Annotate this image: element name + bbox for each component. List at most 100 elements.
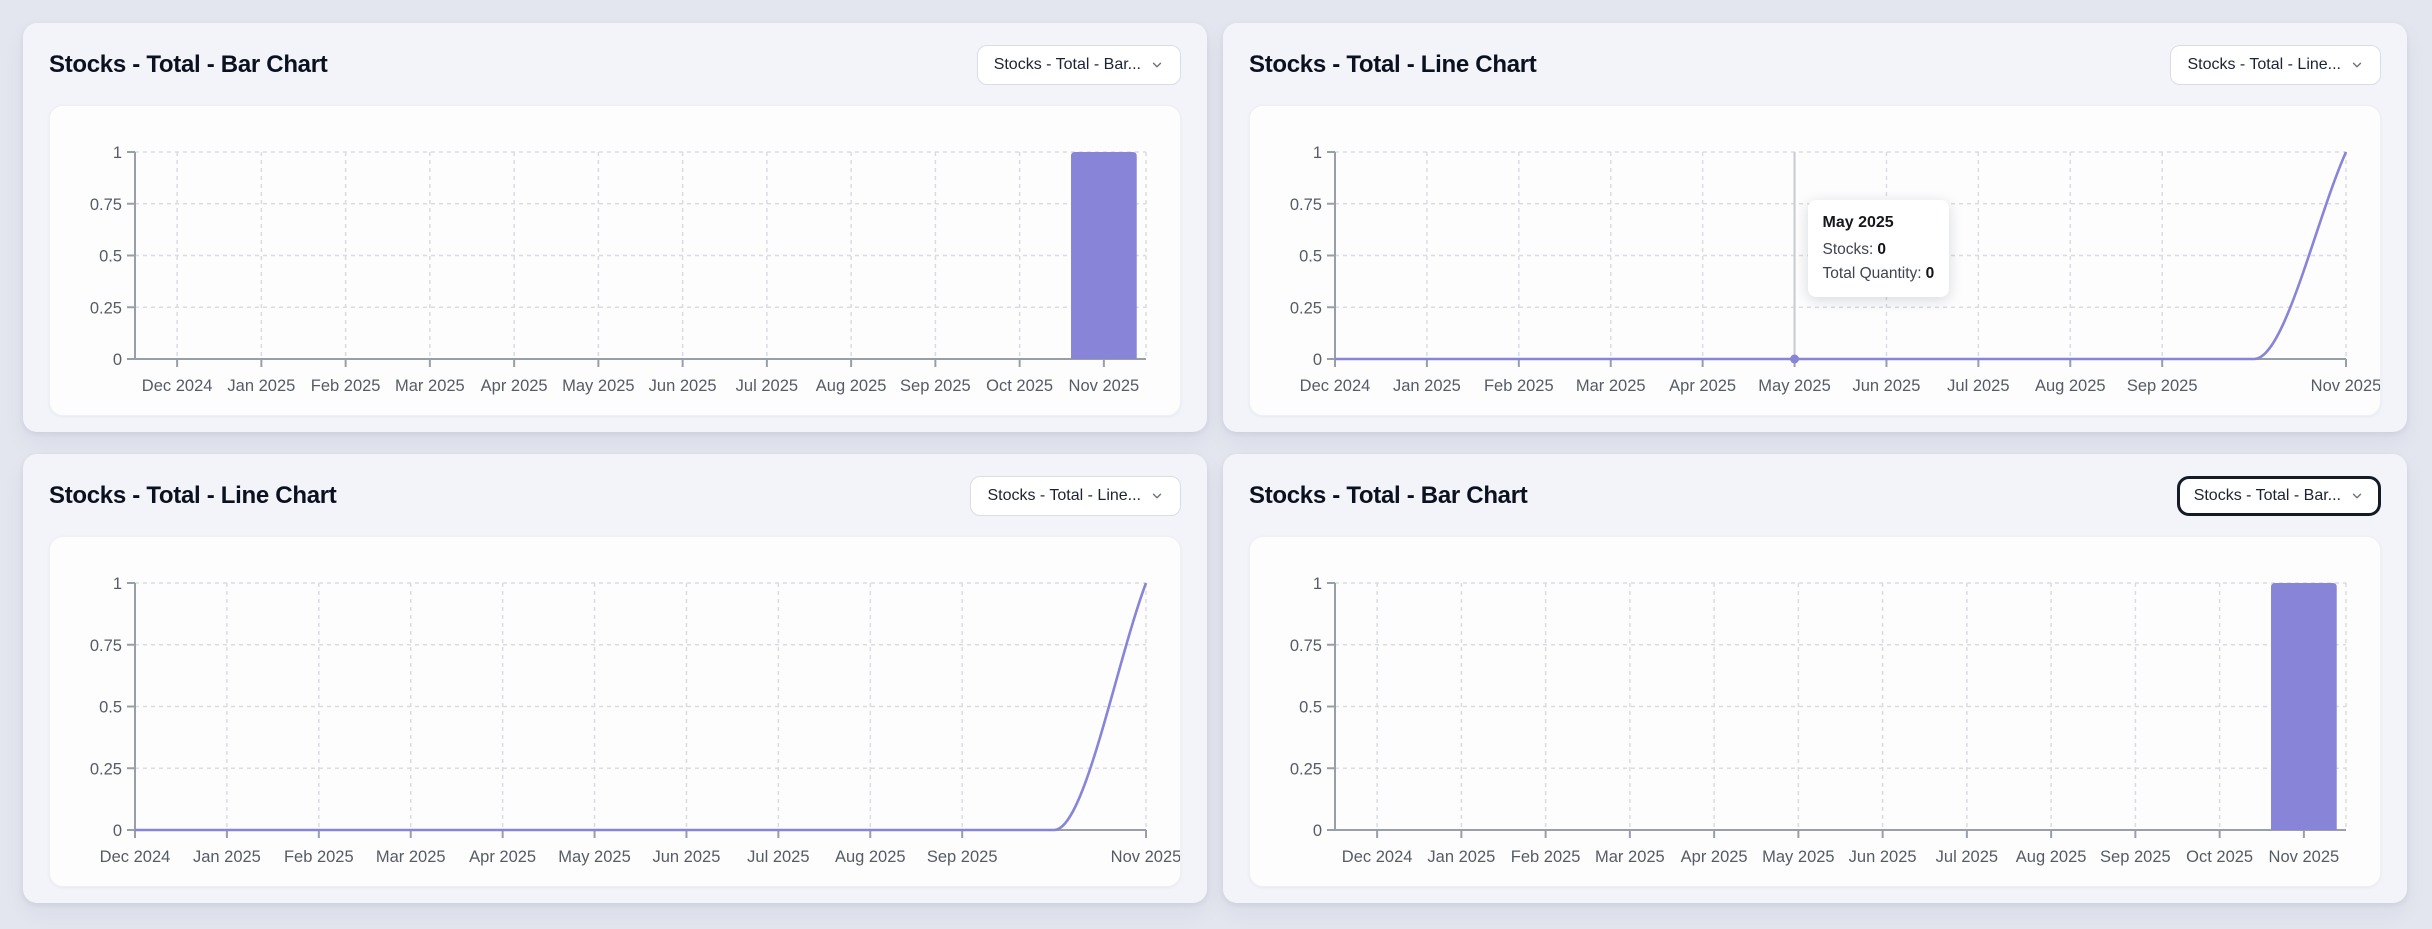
svg-text:Nov 2025: Nov 2025 — [2269, 848, 2340, 866]
svg-text:Dec 2024: Dec 2024 — [142, 377, 213, 395]
svg-text:0: 0 — [1313, 351, 1322, 369]
chart-select-dropdown[interactable]: Stocks - Total - Bar... — [977, 45, 1181, 85]
svg-text:Jan 2025: Jan 2025 — [1427, 848, 1495, 866]
panel-title: Stocks - Total - Line Chart — [1249, 51, 1536, 79]
line-chart[interactable]: 0 0.25 0.5 0.75 1 Dec 2024 Jan 2025 Feb 2025 Mar… — [50, 537, 1180, 886]
svg-text:Feb 2025: Feb 2025 — [1511, 848, 1581, 866]
chart-select-dropdown[interactable]: Stocks - Total - Line... — [2170, 45, 2381, 85]
panel-header: Stocks - Total - Bar Chart Stocks - Tota… — [49, 45, 1181, 85]
svg-text:May 2025: May 2025 — [1758, 377, 1830, 395]
svg-text:Dec 2024: Dec 2024 — [1300, 377, 1371, 395]
chart-card: 0 0.25 0.5 0.75 1 Dec 2024 Jan 2025 Feb 2025 Mar… — [49, 536, 1181, 887]
svg-text:1: 1 — [1313, 575, 1322, 593]
panel-bar-chart-bottom: Stocks - Total - Bar Chart Stocks - Tota… — [1223, 454, 2407, 903]
panel-title: Stocks - Total - Bar Chart — [49, 51, 327, 79]
tooltip-row: Total Quantity:0 — [1823, 265, 1935, 283]
svg-text:0.75: 0.75 — [1290, 196, 1322, 214]
svg-text:0.25: 0.25 — [1290, 760, 1322, 778]
chevron-down-icon — [2350, 58, 2364, 72]
svg-text:Jun 2025: Jun 2025 — [1849, 848, 1917, 866]
svg-text:May 2025: May 2025 — [558, 848, 630, 866]
svg-text:Jul 2025: Jul 2025 — [1936, 848, 1998, 866]
svg-text:Apr 2025: Apr 2025 — [1681, 848, 1748, 866]
svg-text:0.5: 0.5 — [99, 699, 122, 717]
svg-text:Jan 2025: Jan 2025 — [227, 377, 295, 395]
svg-text:Dec 2024: Dec 2024 — [100, 848, 171, 866]
svg-text:0: 0 — [1313, 822, 1322, 840]
svg-text:0: 0 — [113, 822, 122, 840]
dashboard: Stocks - Total - Bar Chart Stocks - Tota… — [0, 0, 2432, 929]
svg-text:Jun 2025: Jun 2025 — [653, 848, 721, 866]
svg-text:0.5: 0.5 — [99, 248, 122, 266]
chart-tooltip: May 2025 Stocks:0 Total Quantity:0 — [1808, 200, 1950, 297]
chart-card: 0 0.25 0.5 0.75 1 Dec 2024 Jan 2025 Feb 2025 Mar… — [1249, 536, 2381, 887]
chart-card: 00.250.50.751Dec 2024Jan 2025Feb 2025Mar… — [1249, 105, 2381, 416]
panel-bar-chart-top: Stocks - Total - Bar Chart Stocks - Tota… — [23, 23, 1207, 432]
svg-text:Mar 2025: Mar 2025 — [376, 848, 446, 866]
svg-text:Aug 2025: Aug 2025 — [835, 848, 906, 866]
chart-select-dropdown[interactable]: Stocks - Total - Line... — [970, 476, 1181, 516]
svg-text:Jul 2025: Jul 2025 — [1947, 377, 2009, 395]
svg-text:Aug 2025: Aug 2025 — [2016, 848, 2087, 866]
svg-text:Feb 2025: Feb 2025 — [311, 377, 381, 395]
svg-text:Oct 2025: Oct 2025 — [986, 377, 1053, 395]
chart-card: 00.250.50.751Dec 2024Jan 2025Feb 2025Mar… — [49, 105, 1181, 416]
tooltip-row: Stocks:0 — [1823, 241, 1935, 259]
panel-header: Stocks - Total - Line Chart Stocks - Tot… — [49, 476, 1181, 516]
svg-text:Jul 2025: Jul 2025 — [747, 848, 809, 866]
svg-text:Jun 2025: Jun 2025 — [649, 377, 717, 395]
svg-text:Aug 2025: Aug 2025 — [2035, 377, 2106, 395]
svg-text:Jan 2025: Jan 2025 — [1393, 377, 1461, 395]
svg-text:0.75: 0.75 — [90, 196, 122, 214]
svg-text:Mar 2025: Mar 2025 — [1595, 848, 1665, 866]
svg-text:1: 1 — [1313, 144, 1322, 162]
panel-header: Stocks - Total - Bar Chart Stocks - Tota… — [1249, 476, 2381, 516]
svg-text:Nov 2025: Nov 2025 — [2311, 377, 2380, 395]
svg-text:Sep 2025: Sep 2025 — [927, 848, 998, 866]
chevron-down-icon — [2350, 489, 2364, 503]
chart-select-dropdown[interactable]: Stocks - Total - Bar... — [2177, 476, 2381, 516]
panel-header: Stocks - Total - Line Chart Stocks - Tot… — [1249, 45, 2381, 85]
tooltip-rows: Stocks:0 Total Quantity:0 — [1823, 241, 1935, 283]
svg-text:Apr 2025: Apr 2025 — [481, 377, 548, 395]
bar-chart[interactable]: 00.250.50.751Dec 2024Jan 2025Feb 2025Mar… — [50, 106, 1180, 415]
svg-text:Mar 2025: Mar 2025 — [1576, 377, 1646, 395]
svg-text:Aug 2025: Aug 2025 — [816, 377, 887, 395]
svg-text:Feb 2025: Feb 2025 — [284, 848, 354, 866]
bar-chart[interactable]: 0 0.25 0.5 0.75 1 Dec 2024 Jan 2025 Feb 2025 Mar… — [1250, 537, 2380, 886]
svg-text:0.5: 0.5 — [1299, 699, 1322, 717]
svg-text:Jul 2025: Jul 2025 — [736, 377, 798, 395]
chart-select-label: Stocks - Total - Line... — [2187, 56, 2341, 74]
svg-text:Nov 2025: Nov 2025 — [1069, 377, 1140, 395]
panel-title: Stocks - Total - Line Chart — [49, 482, 336, 510]
svg-text:Apr 2025: Apr 2025 — [1669, 377, 1736, 395]
svg-text:1: 1 — [113, 575, 122, 593]
svg-text:May 2025: May 2025 — [562, 377, 634, 395]
chevron-down-icon — [1150, 58, 1164, 72]
svg-text:Sep 2025: Sep 2025 — [2100, 848, 2171, 866]
svg-text:Sep 2025: Sep 2025 — [900, 377, 971, 395]
svg-text:Dec 2024: Dec 2024 — [1342, 848, 1413, 866]
svg-text:May 2025: May 2025 — [1762, 848, 1834, 866]
svg-text:0.5: 0.5 — [1299, 248, 1322, 266]
svg-text:0.75: 0.75 — [90, 637, 122, 655]
svg-text:Jun 2025: Jun 2025 — [1853, 377, 1921, 395]
svg-text:Oct 2025: Oct 2025 — [2186, 848, 2253, 866]
svg-text:Nov 2025: Nov 2025 — [1111, 848, 1180, 866]
chevron-down-icon — [1150, 489, 1164, 503]
chart-select-label: Stocks - Total - Bar... — [994, 56, 1141, 74]
tooltip-title: May 2025 — [1823, 214, 1935, 232]
svg-text:Sep 2025: Sep 2025 — [2127, 377, 2198, 395]
panel-title: Stocks - Total - Bar Chart — [1249, 482, 1527, 510]
svg-text:0.75: 0.75 — [1290, 637, 1322, 655]
panel-line-chart-top: Stocks - Total - Line Chart Stocks - Tot… — [1223, 23, 2407, 432]
chart-select-label: Stocks - Total - Bar... — [2194, 487, 2341, 505]
svg-text:1: 1 — [113, 144, 122, 162]
svg-text:Jan 2025: Jan 2025 — [193, 848, 261, 866]
svg-text:0.25: 0.25 — [90, 760, 122, 778]
svg-text:Mar 2025: Mar 2025 — [395, 377, 465, 395]
panel-line-chart-bottom: Stocks - Total - Line Chart Stocks - Tot… — [23, 454, 1207, 903]
svg-text:Apr 2025: Apr 2025 — [469, 848, 536, 866]
svg-text:0.25: 0.25 — [90, 299, 122, 317]
svg-text:Feb 2025: Feb 2025 — [1484, 377, 1554, 395]
